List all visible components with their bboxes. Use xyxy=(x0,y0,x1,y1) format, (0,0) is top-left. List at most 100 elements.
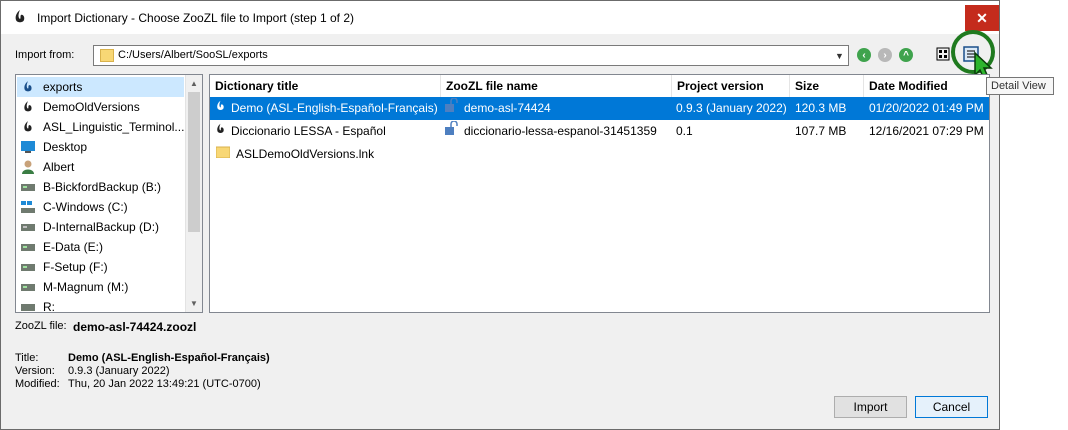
back-button[interactable]: ‹ xyxy=(857,48,871,62)
dictionary-title: Demo (ASL-English-Español-Français) xyxy=(231,101,438,115)
tree-item-drive-c[interactable]: C-Windows (C:) xyxy=(20,197,128,217)
tree-item-drive-m[interactable]: M-Magnum (M:) xyxy=(20,277,128,297)
cell-date: 12/16/2021 07:29 PM xyxy=(869,124,984,138)
tree-item-label: D-InternalBackup (D:) xyxy=(43,220,160,234)
title-value: Demo (ASL-English-Español-Français) xyxy=(68,352,270,364)
version-value: 0.9.3 (January 2022) xyxy=(68,365,170,377)
tree-item-label: M-Magnum (M:) xyxy=(43,280,129,294)
tree-item-label: Desktop xyxy=(43,140,88,154)
arrow-up-icon: ^ xyxy=(903,49,909,61)
user-icon xyxy=(20,159,36,175)
desktop-icon xyxy=(20,139,36,155)
arrow-left-icon: ‹ xyxy=(862,49,866,61)
table-row[interactable]: Demo (ASL-English-Español-Français) demo… xyxy=(210,97,989,120)
tree-item-label: ASL_Linguistic_Terminol... xyxy=(43,120,185,134)
scroll-thumb[interactable] xyxy=(188,92,200,232)
column-size[interactable]: Size xyxy=(790,75,864,97)
table-row[interactable]: ASLDemoOldVersions.lnk xyxy=(210,143,989,166)
close-button[interactable]: ✕ xyxy=(965,5,999,31)
unlocked-file-icon xyxy=(444,120,458,143)
cell-date: 01/20/2022 01:49 PM xyxy=(869,101,984,115)
unlocked-file-icon xyxy=(444,97,458,120)
column-project-version[interactable]: Project version xyxy=(672,75,790,97)
tree-item-desktop[interactable]: Desktop xyxy=(20,137,87,157)
soosl-icon xyxy=(20,79,36,95)
zoozl-file-label: ZooZL file: xyxy=(15,320,67,332)
import-from-label: Import from: xyxy=(15,49,75,61)
dictionary-title: ASLDemoOldVersions.lnk xyxy=(236,147,375,161)
tree-item-label: Albert xyxy=(43,160,75,174)
tree-item-drive-r[interactable]: R: xyxy=(20,297,55,313)
cell-title: ASLDemoOldVersions.lnk xyxy=(216,143,440,166)
modified-label: Modified: xyxy=(15,378,60,390)
tree-item-label: R: xyxy=(43,300,55,313)
import-dictionary-dialog: Import Dictionary - Choose ZooZL file to… xyxy=(0,0,1000,430)
drive-icon xyxy=(20,299,36,312)
cell-title: Demo (ASL-English-Español-Français) xyxy=(216,97,440,120)
tree-item-drive-e[interactable]: E-Data (E:) xyxy=(20,237,103,257)
tree-item-label: F-Setup (F:) xyxy=(43,260,108,274)
cell-file: diccionario-lessa-espanol-31451359 xyxy=(444,120,670,143)
column-zoozl-file-name[interactable]: ZooZL file name xyxy=(441,75,672,97)
cell-size: 107.7 MB xyxy=(795,124,847,138)
modified-value: Thu, 20 Jan 2022 13:49:21 (UTC-0700) xyxy=(68,378,261,390)
cell-size: 120.3 MB xyxy=(795,101,847,115)
windows-drive-icon xyxy=(20,199,36,215)
tree-item-label: B-BickfordBackup (B:) xyxy=(43,180,162,194)
zoozl-file-name: diccionario-lessa-espanol-31451359 xyxy=(464,124,657,138)
table-row[interactable]: Diccionario LESSA - Español diccionario-… xyxy=(210,120,989,143)
tree-item-label: exports xyxy=(43,80,83,94)
tree-item-exports[interactable]: exports xyxy=(17,77,184,97)
drive-icon xyxy=(20,179,36,195)
dictionary-title: Diccionario LESSA - Español xyxy=(231,124,386,138)
file-table[interactable]: Dictionary title ZooZL file name Project… xyxy=(209,74,990,313)
tree-item-asl-linguistic[interactable]: ASL_Linguistic_Terminol... xyxy=(20,117,184,137)
soosl-icon xyxy=(216,97,225,120)
cell-version: 0.9.3 (January 2022) xyxy=(676,101,787,115)
forward-button[interactable]: › xyxy=(878,48,892,62)
parent-directory-button[interactable]: ^ xyxy=(899,48,913,62)
path-value: C:/Users/Albert/SooSL/exports xyxy=(118,49,268,61)
table-header: Dictionary title ZooZL file name Project… xyxy=(210,75,989,98)
folder-tree[interactable]: exports DemoOldVersions ASL_Linguistic_T… xyxy=(15,74,203,313)
tree-item-drive-f[interactable]: F-Setup (F:) xyxy=(20,257,108,277)
scroll-up-icon[interactable]: ▲ xyxy=(186,75,202,92)
window-title: Import Dictionary - Choose ZooZL file to… xyxy=(37,11,355,25)
soosl-icon xyxy=(216,120,225,143)
chevron-down-icon[interactable]: ▼ xyxy=(831,46,848,65)
import-button[interactable]: Import xyxy=(834,396,907,418)
drive-icon xyxy=(20,259,36,275)
tree-item-drive-b[interactable]: B-BickfordBackup (B:) xyxy=(20,177,161,197)
arrow-right-icon: › xyxy=(883,49,887,61)
cell-version: 0.1 xyxy=(676,124,693,138)
zoozl-file-name: demo-asl-74424 xyxy=(464,101,551,115)
tree-item-albert[interactable]: Albert xyxy=(20,157,74,177)
tree-scrollbar[interactable]: ▲ ▼ xyxy=(185,75,202,312)
scroll-down-icon[interactable]: ▼ xyxy=(186,295,202,312)
list-view-icon xyxy=(936,47,950,61)
drive-icon xyxy=(20,219,36,235)
desktop-background xyxy=(1000,0,1068,430)
zoozl-file-value: demo-asl-74424.zoozl xyxy=(73,320,197,334)
title-bar: Import Dictionary - Choose ZooZL file to… xyxy=(1,1,999,34)
title-label: Title: xyxy=(15,352,39,364)
version-label: Version: xyxy=(15,365,55,377)
tree-item-demooldversions[interactable]: DemoOldVersions xyxy=(20,97,140,117)
column-date-modified[interactable]: Date Modified xyxy=(864,75,989,97)
tree-item-label: E-Data (E:) xyxy=(43,240,104,254)
folder-icon xyxy=(100,49,114,62)
detail-view-tooltip: Detail View xyxy=(986,77,1054,95)
column-dictionary-title[interactable]: Dictionary title xyxy=(210,75,441,97)
tree-item-label: C-Windows (C:) xyxy=(43,200,128,214)
cell-file: demo-asl-74424 xyxy=(444,97,670,120)
soosl-icon xyxy=(20,99,36,115)
cancel-button[interactable]: Cancel xyxy=(915,396,988,418)
folder-shortcut-icon xyxy=(216,143,231,166)
soosl-icon xyxy=(20,119,36,135)
path-combobox[interactable]: C:/Users/Albert/SooSL/exports ▼ xyxy=(93,45,849,66)
drive-icon xyxy=(20,279,36,295)
list-view-button[interactable] xyxy=(933,44,953,64)
tree-item-label: DemoOldVersions xyxy=(43,100,140,114)
drive-icon xyxy=(20,239,36,255)
tree-item-drive-d[interactable]: D-InternalBackup (D:) xyxy=(20,217,159,237)
